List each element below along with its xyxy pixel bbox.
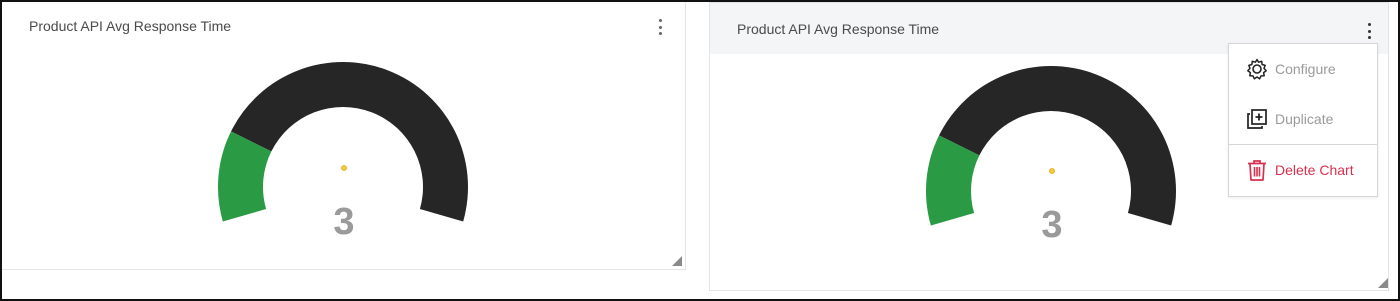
gauge-track [939, 65, 1176, 226]
gear-icon [1247, 58, 1267, 80]
trash-icon [1248, 160, 1266, 181]
gauge-value: 3 [1041, 204, 1062, 246]
gauge-value: 3 [333, 201, 354, 243]
duplicate-icon [1247, 109, 1267, 129]
gauge-needle-dot [341, 165, 347, 171]
chart-context-menu: Configure Duplicate Delete Chart [1228, 43, 1378, 197]
menu-item-configure[interactable]: Configure [1229, 47, 1377, 91]
menu-divider [1229, 144, 1377, 145]
menu-item-label: Duplicate [1275, 111, 1334, 127]
resize-handle-icon[interactable] [672, 256, 682, 266]
gauge-chart: 3 [218, 61, 468, 243]
chart-card-left: Product API Avg Response Time 3 [2, 2, 686, 270]
menu-item-label: Configure [1275, 61, 1336, 77]
gauge-track [231, 61, 468, 222]
gauge-needle-dot [1049, 168, 1055, 174]
menu-item-label: Delete Chart [1275, 162, 1354, 178]
resize-handle-icon[interactable] [1378, 278, 1388, 288]
menu-item-duplicate[interactable]: Duplicate [1229, 97, 1377, 141]
menu-item-delete-chart[interactable]: Delete Chart [1229, 148, 1377, 192]
